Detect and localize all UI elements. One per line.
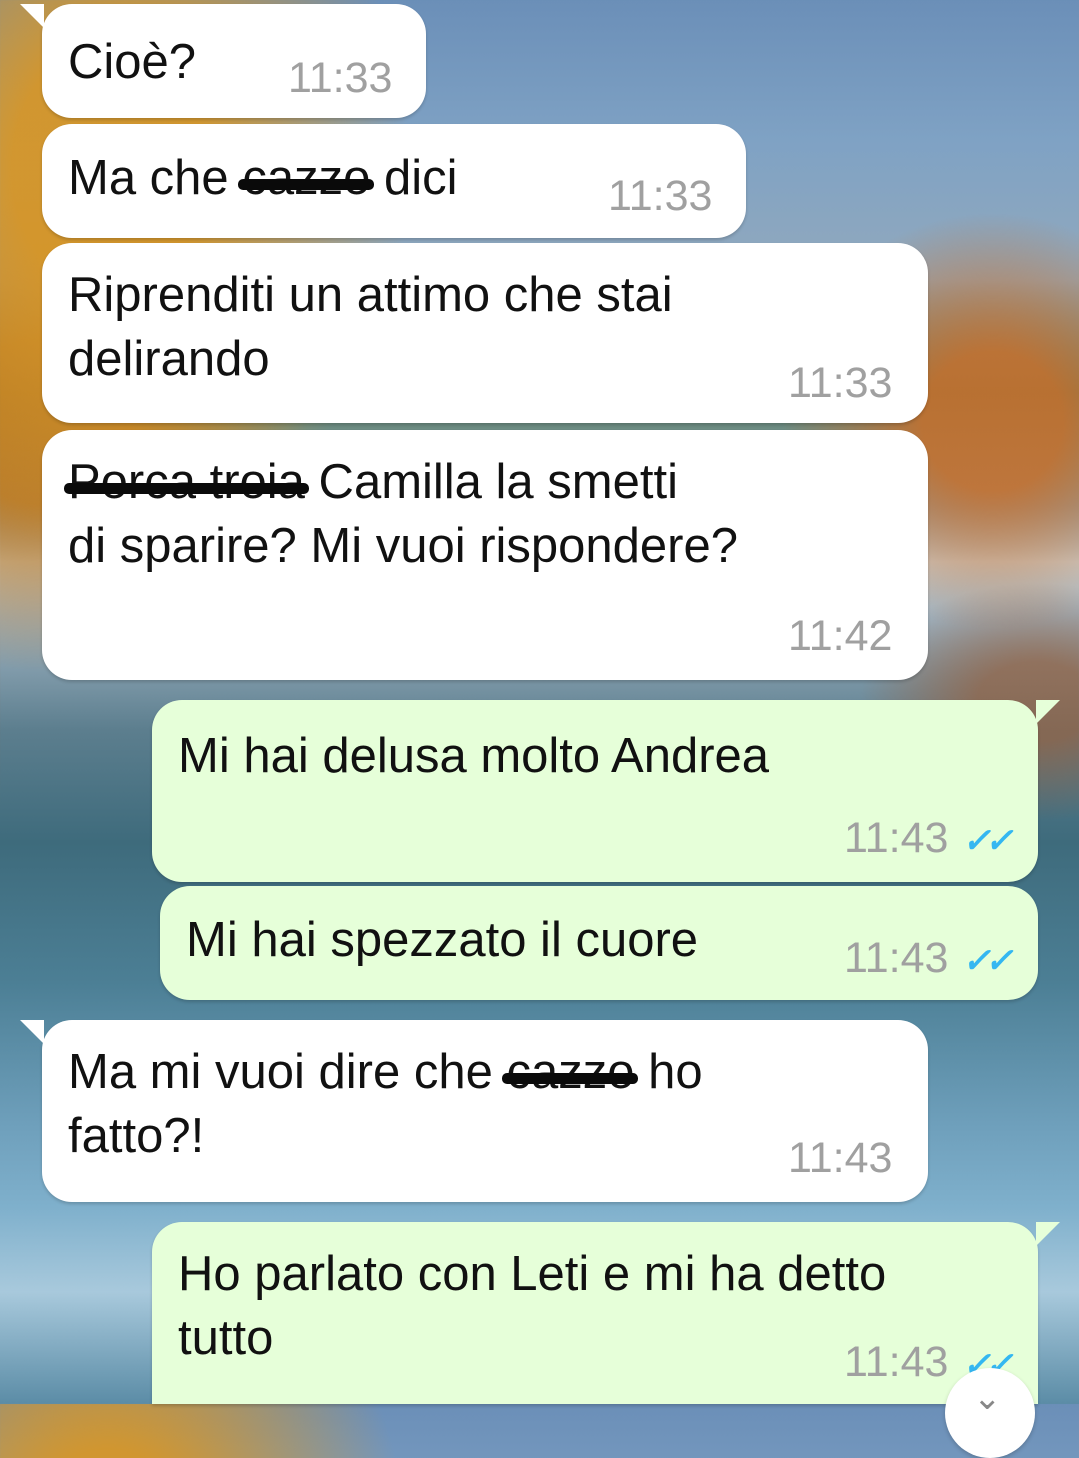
message-bubble-incoming[interactable]: Porca troia Camilla la smetti di sparire… [42,430,928,680]
chevron-down-icon: ⌄ [973,1379,1002,1417]
censored-word: Porca troia [64,450,309,514]
message-time: 11:43 ✓✓ [844,814,1013,865]
message-text: Porca troia Camilla la smetti di sparire… [64,450,738,578]
censored-word: cazzo [502,1040,639,1104]
message-bubble-incoming[interactable]: Ma mi vuoi dire che cazzo ho fatto?! 11:… [20,1020,928,1202]
censored-word: cazzo [238,146,375,210]
message-text: Ho parlato con Leti e mi ha detto tutto [178,1247,887,1365]
message-text: Ma mi vuoi dire che cazzo ho fatto?! [68,1040,703,1168]
message-time: 11:42 [788,612,893,660]
message-text: Cioè? [68,35,197,89]
message-time: 11:33 [288,54,393,102]
message-text: Riprenditi un attimo che stai delirando [68,268,673,386]
double-check-icon: ✓✓ [962,942,1013,980]
message-bubble-incoming[interactable]: Cioè? 11:33 [20,4,426,118]
message-bubble-incoming[interactable]: Riprenditi un attimo che stai delirando … [42,243,928,423]
double-check-icon: ✓✓ [962,822,1013,860]
message-bubble-incoming[interactable]: Ma che cazzo dici 11:33 [42,124,746,238]
message-time: 11:33 [608,172,713,220]
message-bubble-outgoing[interactable]: Ho parlato con Leti e mi ha detto tutto … [152,1222,1060,1404]
message-bubble-outgoing[interactable]: Mi hai delusa molto Andrea 11:43 ✓✓ [152,700,1060,882]
message-time: 11:43 [788,1134,893,1182]
message-text: Mi hai spezzato il cuore [186,913,699,967]
message-text: Ma che cazzo dici [68,146,457,210]
message-time: 11:33 [788,359,893,407]
message-text: Mi hai delusa molto Andrea [178,729,770,783]
message-time: 11:43 ✓✓ [844,934,1013,985]
message-bubble-outgoing[interactable]: Mi hai spezzato il cuore 11:43 ✓✓ [160,886,1038,1000]
scroll-down-button[interactable]: ⌄ [945,1368,1035,1458]
